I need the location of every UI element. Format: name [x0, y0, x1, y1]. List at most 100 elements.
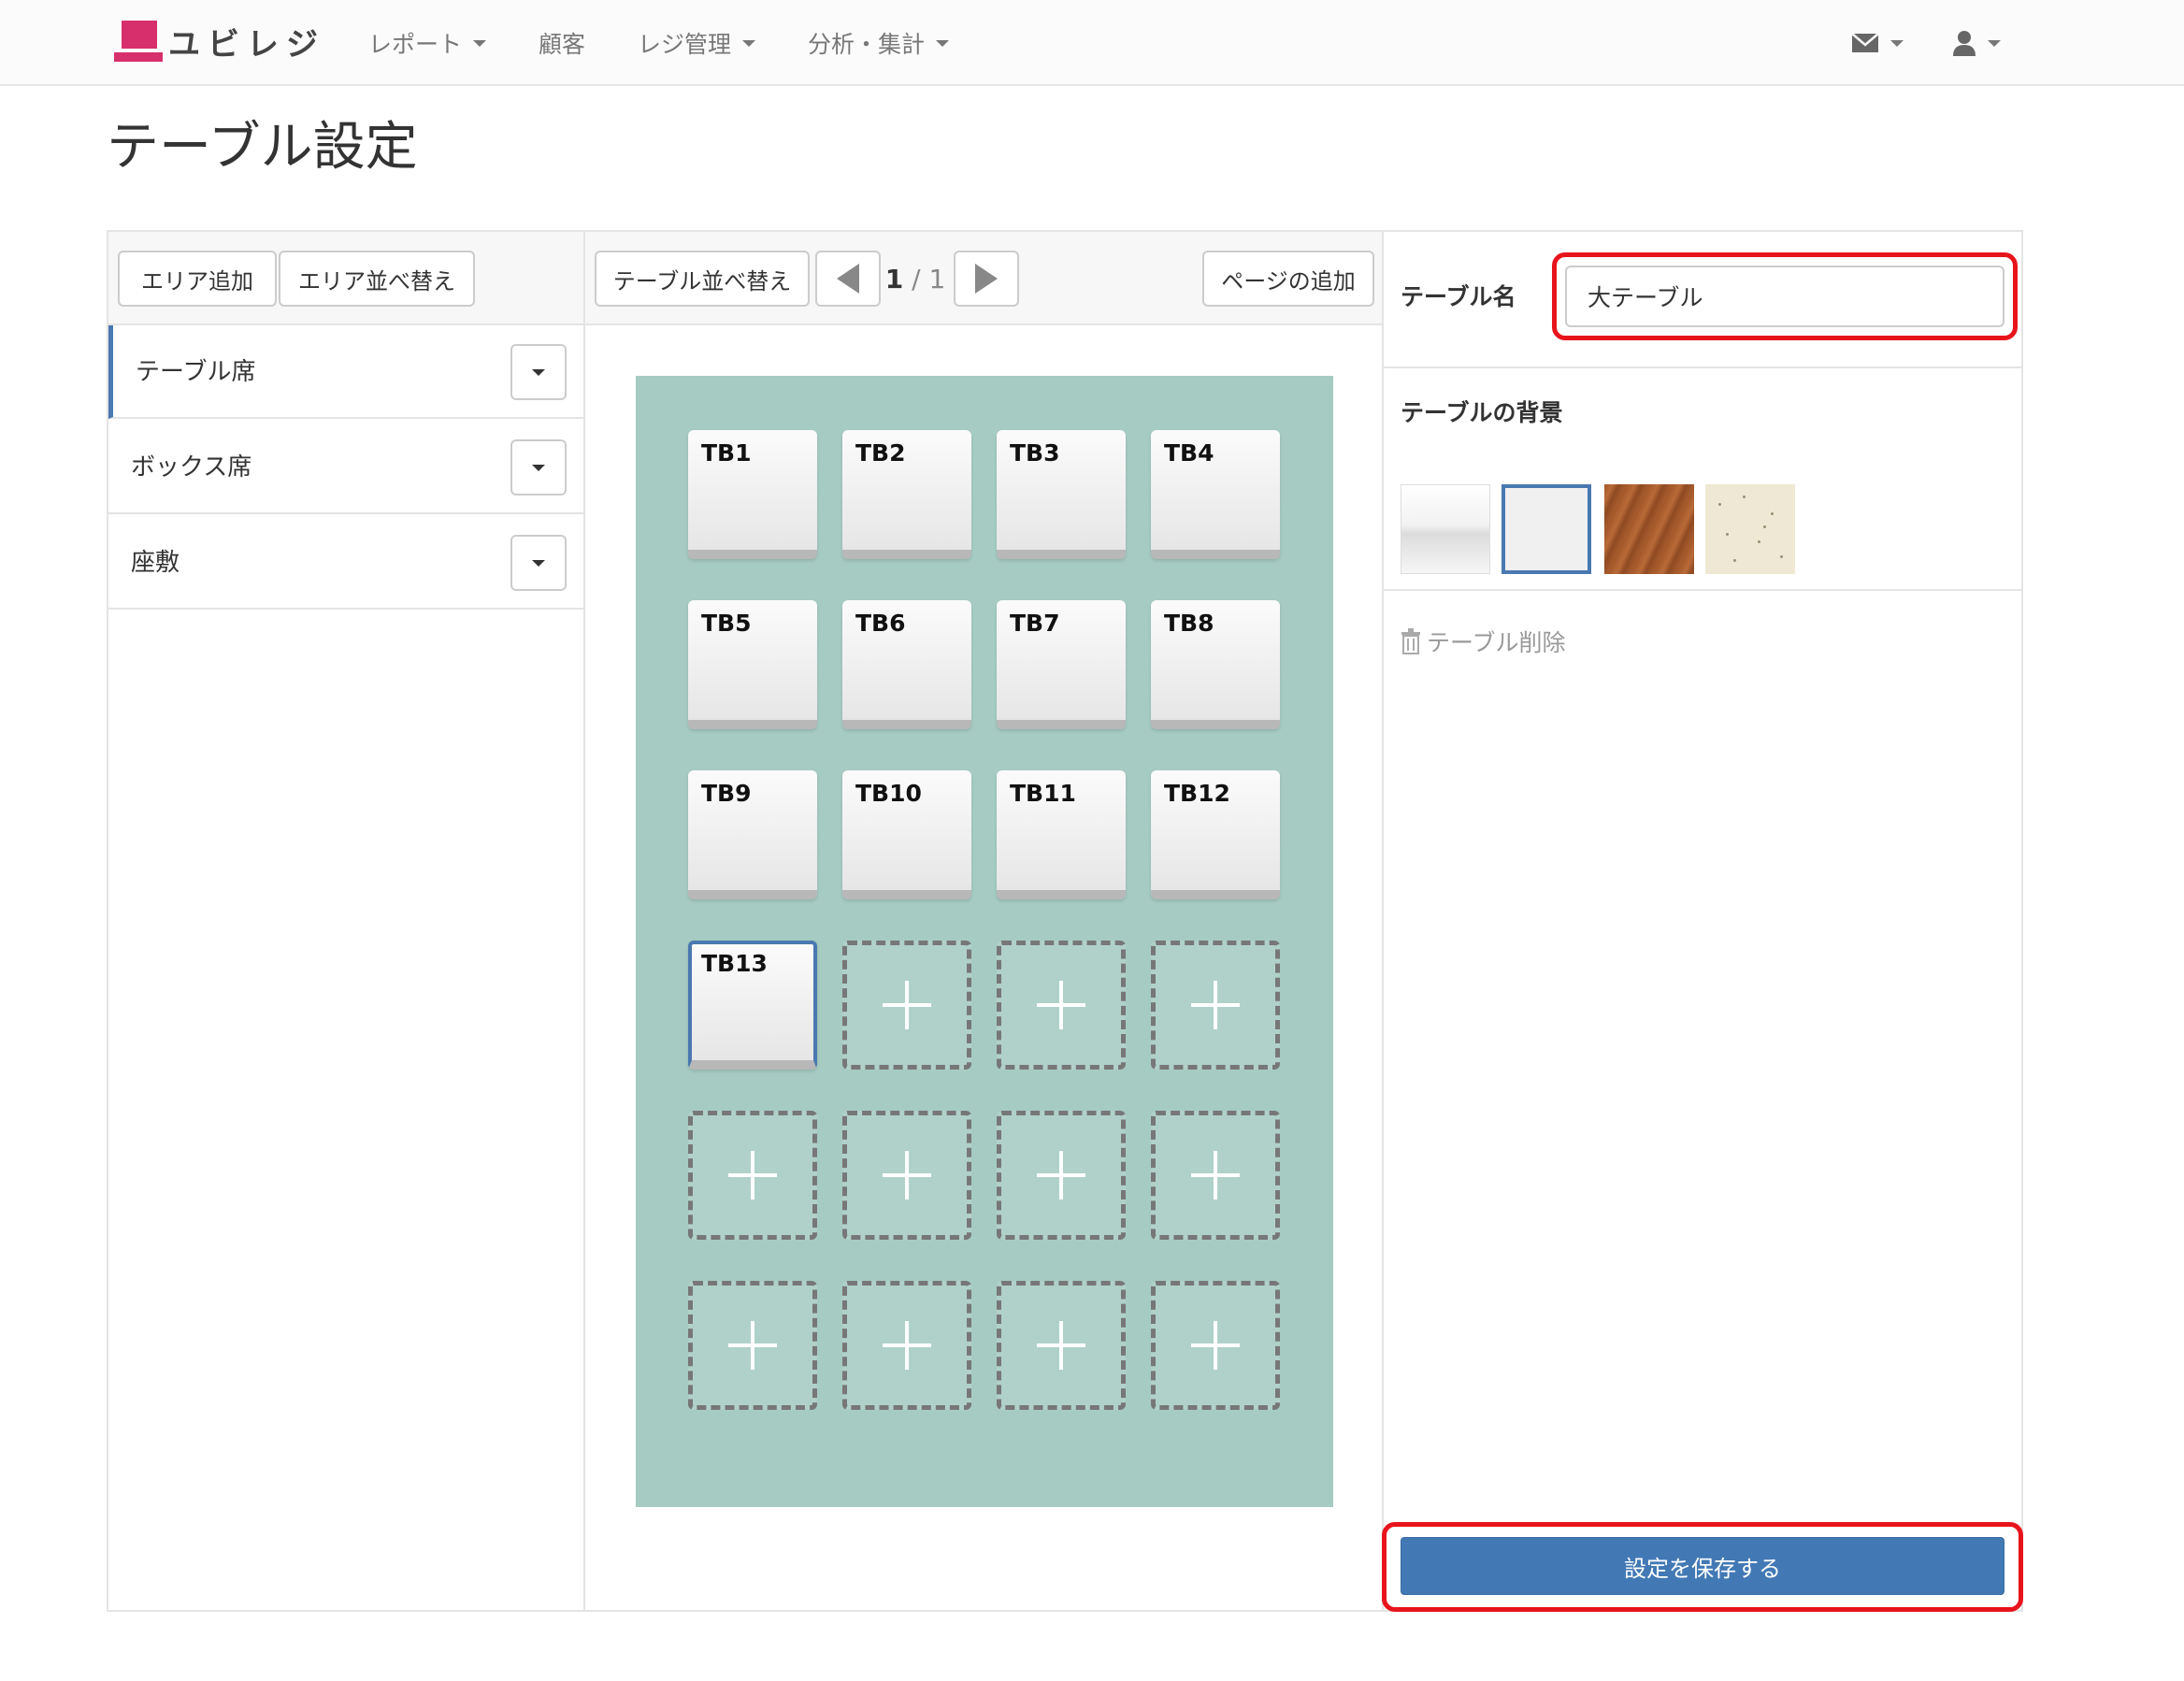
- table-tile-tb11[interactable]: TB11: [997, 770, 1126, 899]
- add-table-slot[interactable]: [1151, 1111, 1280, 1240]
- table-tile-label: TB6: [855, 610, 906, 637]
- table-background-section: テーブルの背景: [1384, 368, 2021, 591]
- table-tile-label: TB9: [701, 780, 752, 807]
- add-table-slot[interactable]: [997, 941, 1126, 1070]
- table-tile-tb3[interactable]: TB3: [997, 430, 1126, 559]
- area-item-zashiki[interactable]: 座敷: [108, 516, 583, 610]
- table-tile-tb10[interactable]: TB10: [842, 770, 971, 899]
- table-tile-tb2[interactable]: TB2: [842, 430, 971, 559]
- layout-column: テーブル並べ替え 1 / 1 ページの追加 TB1 TB2 TB3 TB4 TB5 TB6…: [585, 232, 1384, 1610]
- plus-icon: [728, 1343, 777, 1347]
- area-item-label: 座敷: [131, 549, 180, 577]
- table-tile-label: TB12: [1164, 780, 1230, 807]
- table-tile-tb9[interactable]: TB9: [688, 770, 817, 899]
- add-table-slot[interactable]: [842, 1281, 971, 1410]
- user-menu[interactable]: [1952, 30, 2001, 56]
- table-settings-panel: エリア追加 エリア並べ替え テーブル席 ボックス席 座敷 テーブル並べ替え 1 …: [107, 230, 2023, 1612]
- triangle-right-icon: [975, 264, 998, 294]
- table-tile-label: TB13: [701, 950, 768, 977]
- table-detail-column: テーブル名 テーブルの背景 テーブル削除 設定を保存する: [1382, 232, 2023, 1612]
- nav-item-label: レポート: [368, 31, 463, 58]
- table-tile-label: TB10: [855, 780, 922, 807]
- nav-item-analysis[interactable]: 分析・集計: [808, 26, 950, 60]
- plus-icon: [883, 1343, 931, 1347]
- table-tile-tb13[interactable]: TB13: [688, 941, 817, 1070]
- prev-page-button[interactable]: [815, 251, 881, 307]
- top-navbar: ユビレジ レポート 顧客 レジ管理 分析・集計: [0, 0, 2184, 86]
- table-tile-tb12[interactable]: TB12: [1151, 770, 1280, 899]
- plus-icon: [883, 1173, 931, 1177]
- page-title: テーブル設定: [107, 117, 418, 178]
- delete-table-link[interactable]: テーブル削除: [1401, 625, 1566, 658]
- area-toolbar: エリア追加 エリア並べ替え: [108, 232, 583, 325]
- mail-icon: [1851, 33, 1879, 52]
- mail-menu[interactable]: [1851, 33, 1904, 53]
- nav-item-label: 分析・集計: [808, 31, 926, 58]
- add-table-slot[interactable]: [688, 1281, 817, 1410]
- triangle-left-icon: [837, 264, 859, 294]
- add-page-button[interactable]: ページの追加: [1202, 251, 1374, 307]
- table-tile-tb1[interactable]: TB1: [688, 430, 817, 559]
- area-item-table-seats[interactable]: テーブル席: [108, 325, 583, 419]
- brand-logo[interactable]: ユビレジ: [114, 21, 325, 64]
- sort-areas-button[interactable]: エリア並べ替え: [279, 251, 475, 307]
- table-name-input[interactable]: [1565, 266, 2004, 327]
- area-item-label: ボックス席: [131, 453, 252, 481]
- add-table-slot[interactable]: [1151, 941, 1280, 1070]
- plus-icon: [1191, 1343, 1240, 1347]
- caret-down-icon: [936, 39, 950, 47]
- area-dropdown-button[interactable]: [510, 344, 567, 400]
- background-option-wood[interactable]: [1604, 484, 1694, 574]
- table-tile-label: TB8: [1164, 610, 1214, 637]
- add-table-slot[interactable]: [997, 1111, 1126, 1240]
- area-item-box-seats[interactable]: ボックス席: [108, 421, 583, 514]
- next-page-button[interactable]: [954, 251, 1019, 307]
- page-current: 1: [884, 263, 904, 295]
- add-table-slot[interactable]: [842, 1111, 971, 1240]
- nav-item-register[interactable]: レジ管理: [638, 26, 756, 60]
- page-total: 1: [928, 263, 946, 295]
- table-tile-label: TB3: [1010, 439, 1060, 467]
- area-dropdown-button[interactable]: [510, 535, 567, 591]
- nav-item-label: 顧客: [539, 31, 586, 58]
- table-tile-label: TB11: [1010, 780, 1076, 807]
- logo-mark-icon: [114, 21, 163, 62]
- area-dropdown-button[interactable]: [510, 439, 567, 496]
- background-option-speckled[interactable]: [1705, 484, 1795, 574]
- table-tile-label: TB1: [701, 439, 752, 467]
- nav-item-report[interactable]: レポート: [368, 26, 487, 60]
- add-table-slot[interactable]: [842, 941, 971, 1070]
- background-option-light-gray[interactable]: [1502, 484, 1591, 574]
- table-background-label: テーブルの背景: [1401, 399, 1563, 426]
- user-icon: [1953, 31, 1976, 56]
- layout-toolbar: テーブル並べ替え 1 / 1 ページの追加: [585, 232, 1382, 325]
- table-tile-label: TB5: [701, 610, 752, 637]
- page-indicator: 1 / 1: [883, 251, 948, 307]
- plus-icon: [1037, 1003, 1085, 1007]
- nav-item-label: レジ管理: [638, 31, 732, 58]
- nav-right: [1803, 0, 2001, 86]
- plus-icon: [883, 1003, 931, 1007]
- plus-icon: [1037, 1173, 1085, 1177]
- table-tile-label: TB4: [1164, 439, 1214, 467]
- add-area-button[interactable]: エリア追加: [118, 251, 277, 307]
- caret-down-icon: [532, 559, 545, 567]
- table-tile-tb7[interactable]: TB7: [997, 600, 1126, 729]
- save-settings-button[interactable]: 設定を保存する: [1401, 1537, 2004, 1595]
- plus-icon: [1191, 1173, 1240, 1177]
- add-table-slot[interactable]: [688, 1111, 817, 1240]
- add-table-slot[interactable]: [1151, 1281, 1280, 1410]
- caret-down-icon: [1890, 39, 1904, 47]
- sort-tables-button[interactable]: テーブル並べ替え: [595, 251, 810, 307]
- plus-icon: [1191, 1003, 1240, 1007]
- brand-name: ユビレジ: [168, 25, 325, 64]
- table-tile-tb6[interactable]: TB6: [842, 600, 971, 729]
- table-tile-tb8[interactable]: TB8: [1151, 600, 1280, 729]
- add-table-slot[interactable]: [997, 1281, 1126, 1410]
- area-item-label: テーブル席: [136, 358, 256, 386]
- background-option-white[interactable]: [1401, 484, 1490, 574]
- page-separator: /: [903, 263, 929, 295]
- table-tile-tb4[interactable]: TB4: [1151, 430, 1280, 559]
- table-tile-tb5[interactable]: TB5: [688, 600, 817, 729]
- nav-item-customers[interactable]: 顧客: [539, 26, 585, 60]
